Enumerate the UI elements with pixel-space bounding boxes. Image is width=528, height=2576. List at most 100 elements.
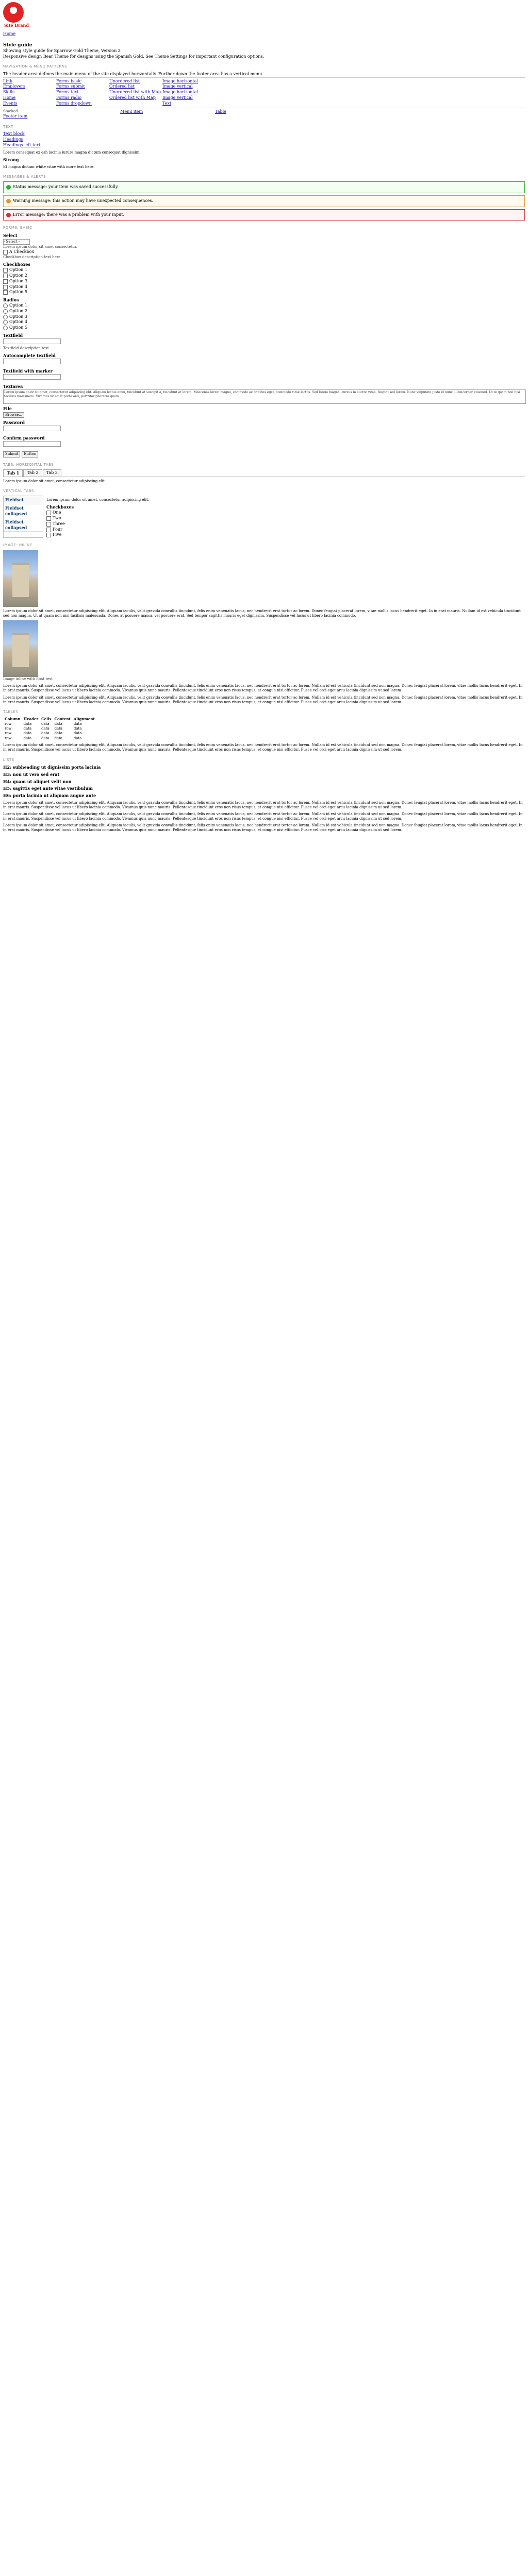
checkbox-option-label: Five bbox=[53, 532, 62, 537]
checkbox[interactable] bbox=[46, 516, 51, 521]
menu-item[interactable]: Image horizontal bbox=[162, 90, 198, 94]
radio-button[interactable] bbox=[3, 320, 8, 325]
section-image: Image: Inline bbox=[3, 543, 32, 548]
radio-button[interactable] bbox=[3, 309, 8, 314]
checkbox[interactable] bbox=[3, 250, 8, 255]
submit-button[interactable]: Submit bbox=[3, 451, 21, 457]
vertical-tab[interactable]: Fieldset collapsed bbox=[4, 518, 43, 532]
menu-item[interactable]: Home bbox=[3, 95, 15, 100]
checkbox[interactable] bbox=[46, 527, 51, 532]
checkbox[interactable] bbox=[46, 533, 51, 538]
heading-item: H3: non ut vero sed erat bbox=[3, 771, 60, 777]
checkbox[interactable] bbox=[3, 273, 8, 278]
arch-photo bbox=[3, 550, 38, 607]
radio-button[interactable] bbox=[3, 303, 8, 308]
heading-item: H4: quam ut aliquet velit non bbox=[3, 778, 72, 784]
menu-item[interactable]: Forms text bbox=[56, 90, 79, 94]
textfield-input[interactable] bbox=[3, 338, 61, 344]
home-link[interactable]: Home bbox=[3, 31, 15, 36]
select-dropdown[interactable]: - Select - bbox=[3, 239, 30, 245]
horizontal-tabs: Tab 1 Tab 2 Tab 3 bbox=[3, 469, 525, 477]
checkbox[interactable] bbox=[46, 511, 51, 516]
tab-3[interactable]: Tab 3 bbox=[42, 469, 61, 477]
section-text: Text bbox=[3, 124, 13, 129]
menu-item[interactable]: Skills bbox=[3, 90, 14, 94]
table-cell: data bbox=[41, 736, 50, 740]
vertical-tab[interactable]: Fieldset collapsed bbox=[4, 504, 43, 518]
password-confirm-input[interactable] bbox=[3, 441, 61, 447]
textarea-input[interactable]: Lorem ipsum dolor sit amet, consectetur … bbox=[3, 389, 526, 404]
menu-item[interactable]: Link bbox=[3, 79, 12, 83]
table-cell: data bbox=[73, 736, 82, 740]
menu-item[interactable]: Events bbox=[3, 101, 18, 106]
checkbox[interactable] bbox=[3, 284, 8, 290]
select-description: Lorem ipsum dolor sit amet consectetur. bbox=[3, 244, 77, 249]
arch-photo bbox=[3, 620, 38, 677]
section-tables: Tables bbox=[3, 709, 19, 714]
radio-button[interactable] bbox=[3, 314, 8, 319]
password-input[interactable] bbox=[3, 426, 61, 432]
page-subtitle: Showing style guide for Sparrow Gold The… bbox=[3, 48, 121, 53]
table-cell: row bbox=[5, 726, 12, 731]
checkbox[interactable] bbox=[3, 279, 8, 284]
textarea-label: Textarea bbox=[3, 384, 23, 389]
menu-item[interactable]: Employers bbox=[3, 84, 25, 89]
menu-column: Link Employers Skills Home Events bbox=[3, 79, 52, 107]
menu-item[interactable]: Ordered list with Map bbox=[109, 95, 156, 100]
menu-item[interactable]: Forms dropdown bbox=[56, 101, 92, 106]
tab-2[interactable]: Tab 2 bbox=[23, 469, 42, 477]
menu-intro: The header area defines the main menu of… bbox=[3, 71, 263, 76]
autocomplete-input[interactable] bbox=[3, 359, 61, 365]
radio-button[interactable] bbox=[3, 326, 8, 331]
table-header: Column bbox=[5, 717, 21, 722]
lorem-paragraph: Lorem ipsum dolor sit amet, consectetur … bbox=[3, 684, 523, 693]
vertical-tab[interactable]: Fieldset bbox=[4, 496, 43, 505]
checkbox[interactable] bbox=[3, 290, 8, 295]
menu-item[interactable]: Ordered list bbox=[109, 84, 135, 89]
button[interactable]: Button bbox=[22, 451, 39, 457]
footer-table-item[interactable]: Table bbox=[215, 109, 226, 114]
checkbox[interactable] bbox=[3, 268, 8, 273]
select-label: Select bbox=[3, 232, 18, 238]
checkbox[interactable] bbox=[46, 521, 51, 527]
footer-menu-item[interactable]: Footer item bbox=[3, 114, 27, 118]
text-link[interactable]: Headings left text bbox=[3, 143, 41, 147]
strong-label: Strong bbox=[3, 157, 19, 162]
heading-list: H2: subheading ut dignissim porta lacini… bbox=[3, 765, 525, 799]
menu-column: Unordered list Ordered list Unordered list… bbox=[109, 79, 161, 107]
checkboxes-label: Checkboxes bbox=[3, 262, 30, 267]
password-label: Password bbox=[3, 420, 25, 426]
menu-item[interactable]: Unordered list bbox=[109, 79, 140, 83]
table-header: Cells bbox=[41, 717, 52, 722]
text-link[interactable]: Headings bbox=[3, 137, 23, 142]
menu-item[interactable]: Image horizontal bbox=[162, 79, 198, 83]
warning-message: Warning message: this action may have un… bbox=[3, 195, 525, 207]
tab-1[interactable]: Tab 1 bbox=[3, 469, 23, 477]
image-paragraph: Lorem ipsum dolor sit amet, consectetur … bbox=[3, 608, 521, 618]
menu-item[interactable]: Forms submit bbox=[56, 84, 85, 89]
menu-item[interactable]: Forms basic bbox=[56, 79, 81, 83]
table-row: row data data data data bbox=[3, 722, 96, 726]
site-logo[interactable] bbox=[3, 2, 24, 23]
menu-item[interactable]: Unordered list with Map bbox=[109, 90, 161, 94]
site-name[interactable]: Site Brand bbox=[4, 23, 525, 28]
checkbox-option-label: Option 1 bbox=[9, 267, 28, 273]
text-link[interactable]: Text block bbox=[3, 131, 25, 136]
page-description: Responsive design Bear Theme for designs… bbox=[3, 54, 265, 59]
warning-icon bbox=[6, 198, 11, 204]
password-confirm-label: Confirm password bbox=[3, 435, 45, 441]
vertical-tab-content: Lorem ipsum dolor sit amet, consectetur … bbox=[46, 498, 150, 502]
table-cell: data bbox=[41, 731, 50, 736]
footer-menu-item[interactable]: Menu item bbox=[120, 109, 143, 114]
checkbox-option-label: Two bbox=[53, 516, 61, 521]
checkbox-option-label: Option 5 bbox=[9, 290, 28, 295]
menu-item[interactable]: Image vertical bbox=[162, 95, 193, 100]
file-browse-button[interactable]: Browse... bbox=[3, 412, 25, 418]
menu-item[interactable]: Forms radio bbox=[56, 95, 81, 100]
table-header: Header bbox=[23, 717, 39, 722]
marker-textfield-input[interactable] bbox=[3, 374, 61, 380]
menu-item[interactable]: Text bbox=[162, 101, 171, 106]
menu-item[interactable]: Image vertical bbox=[162, 84, 193, 89]
vertical-tabs-list: Fieldset Fieldset collapsed Fieldset col… bbox=[3, 496, 43, 538]
checkbox-label: A Checkbox bbox=[9, 249, 35, 255]
